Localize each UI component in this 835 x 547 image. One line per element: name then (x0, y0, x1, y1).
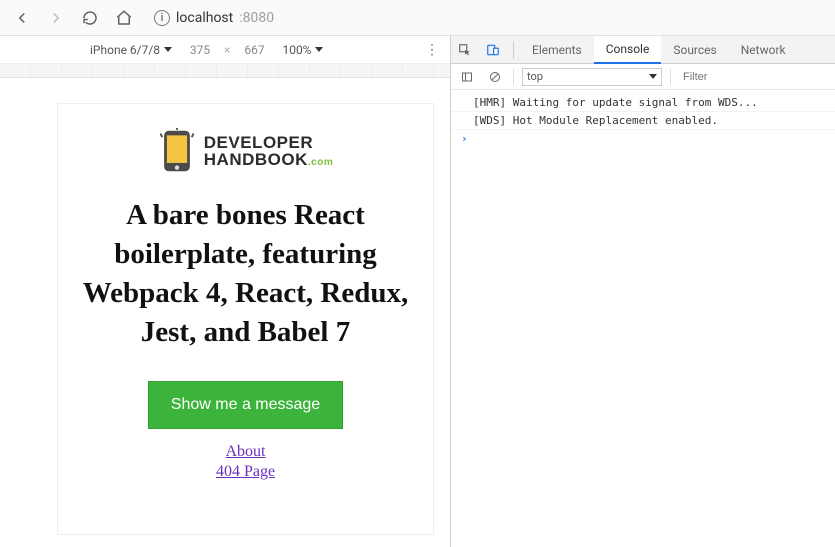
forward-button[interactable] (44, 6, 68, 30)
tab-console[interactable]: Console (594, 36, 662, 64)
chevron-down-icon (315, 47, 323, 52)
console-filter-input[interactable] (679, 69, 829, 85)
tab-elements[interactable]: Elements (520, 36, 594, 64)
url-port: :8080 (239, 10, 274, 26)
console-line: [HMR] Waiting for update signal from WDS… (451, 94, 835, 112)
device-width[interactable]: 375 (182, 43, 218, 57)
back-button[interactable] (10, 6, 34, 30)
inspect-element-icon[interactable] (451, 36, 479, 64)
console-prompt[interactable]: › (451, 130, 835, 147)
notfound-link[interactable]: 404 Page (216, 463, 275, 481)
console-toolbar: top (451, 64, 835, 90)
url-host: localhost (176, 10, 233, 26)
context-value: top (527, 70, 543, 83)
zoom-select[interactable]: 100% (282, 43, 323, 57)
logo-line1: DEVELOPER (204, 134, 333, 151)
devtools-tabs: Elements Console Sources Network (451, 36, 835, 64)
site-info-icon[interactable]: i (154, 10, 170, 26)
clear-console-icon[interactable] (485, 67, 505, 87)
reload-button[interactable] (78, 6, 102, 30)
device-name: iPhone 6/7/8 (90, 43, 160, 57)
page-headline: A bare bones React boilerplate, featurin… (74, 196, 417, 353)
chevron-down-icon (164, 47, 172, 52)
ruler (0, 64, 450, 78)
device-height[interactable]: 667 (236, 43, 272, 57)
page-content: DEVELOPER HANDBOOK.com A bare bones Reac… (58, 104, 433, 481)
about-link[interactable]: About (226, 443, 266, 461)
home-button[interactable] (112, 6, 136, 30)
show-message-button[interactable]: Show me a message (148, 381, 343, 429)
device-preview-pane: iPhone 6/7/8 375 × 667 100% ⋮ (0, 36, 451, 547)
site-logo: DEVELOPER HANDBOOK.com (74, 128, 417, 174)
dimension-separator: × (224, 43, 230, 57)
device-frame: DEVELOPER HANDBOOK.com A bare bones Reac… (58, 104, 433, 534)
logo-line2: HANDBOOK (204, 150, 308, 169)
device-dimensions: 375 × 667 (182, 43, 272, 57)
viewport-area: DEVELOPER HANDBOOK.com A bare bones Reac… (0, 64, 450, 547)
page-links: About 404 Page (74, 443, 417, 481)
tab-sources[interactable]: Sources (661, 36, 728, 64)
logo-suffix: .com (308, 157, 333, 168)
logo-text: DEVELOPER HANDBOOK.com (204, 134, 333, 168)
toggle-device-toolbar-icon[interactable] (479, 36, 507, 64)
console-line: [WDS] Hot Module Replacement enabled. (451, 112, 835, 130)
kebab-menu-icon[interactable]: ⋮ (424, 42, 440, 58)
tab-network[interactable]: Network (729, 36, 798, 64)
device-toolbar: iPhone 6/7/8 375 × 667 100% ⋮ (0, 36, 450, 64)
chevron-down-icon (649, 74, 657, 79)
console-output[interactable]: [HMR] Waiting for update signal from WDS… (451, 90, 835, 547)
address-bar[interactable]: i localhost :8080 (146, 5, 825, 31)
device-select[interactable]: iPhone 6/7/8 (90, 43, 172, 57)
execution-context-select[interactable]: top (522, 68, 662, 86)
phone-icon (158, 128, 196, 174)
browser-toolbar: i localhost :8080 (0, 0, 835, 36)
console-sidebar-toggle-icon[interactable] (457, 67, 477, 87)
zoom-value: 100% (282, 43, 311, 57)
devtools-pane: Elements Console Sources Network top [HM… (451, 36, 835, 547)
